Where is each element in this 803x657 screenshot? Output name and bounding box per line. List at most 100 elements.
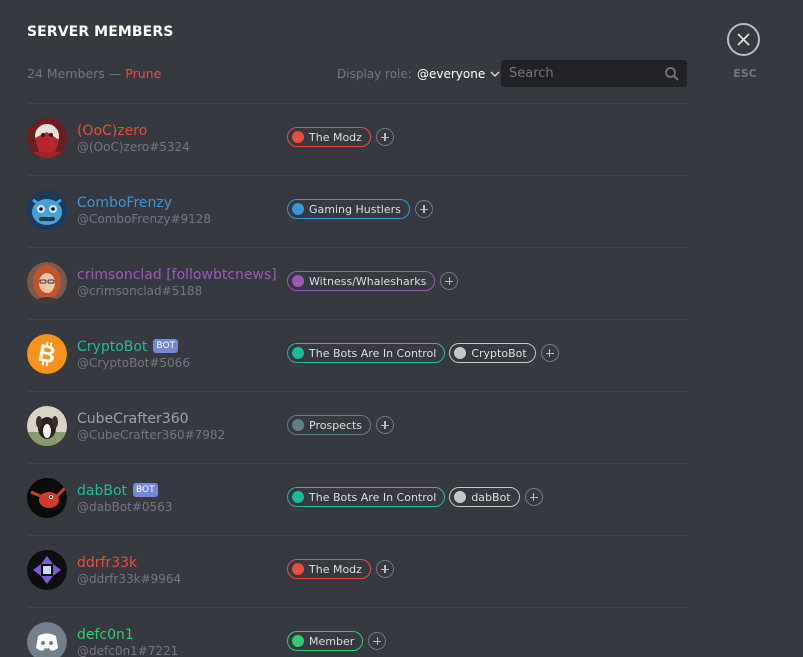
member-tag: @ComboFrenzy#9128 bbox=[77, 212, 212, 226]
woman-photo-avatar[interactable] bbox=[27, 262, 67, 302]
member-row[interactable]: (OoC)zero @(OoC)zero#5324 The Modz bbox=[27, 104, 687, 176]
member-row[interactable]: ddrfr33k @ddrfr33k#9964 The Modz bbox=[27, 536, 687, 608]
ddr-arrows-avatar[interactable] bbox=[27, 550, 67, 590]
role-list: The Modz bbox=[287, 127, 394, 147]
member-name[interactable]: ddrfr33k bbox=[77, 555, 137, 571]
close-icon bbox=[737, 33, 750, 46]
member-name[interactable]: crimsonclad [followbtcnews] bbox=[77, 267, 277, 283]
add-role-button[interactable] bbox=[368, 632, 387, 650]
member-name[interactable]: ComboFrenzy bbox=[77, 195, 172, 211]
member-name[interactable]: CubeCrafter360 bbox=[77, 411, 189, 427]
role-color-dot[interactable] bbox=[292, 347, 304, 359]
search-icon[interactable] bbox=[664, 66, 680, 82]
role-pill[interactable]: Gaming Hustlers bbox=[287, 199, 410, 219]
role-list: The Modz bbox=[287, 559, 394, 579]
display-role-value: @everyone bbox=[417, 67, 486, 81]
member-tag: @CubeCrafter360#7982 bbox=[77, 428, 226, 442]
member-tag: @(OoC)zero#5324 bbox=[77, 140, 190, 154]
member-row[interactable]: ComboFrenzy @ComboFrenzy#9128 Gaming Hus… bbox=[27, 176, 687, 248]
server-members-page: SERVER MEMBERS 24 Members — Prune Displa… bbox=[0, 0, 803, 657]
role-label: The Modz bbox=[309, 562, 362, 576]
member-row[interactable]: defc0n1 @defc0n1#7221 Member bbox=[27, 608, 687, 657]
member-tag: @ddrfr33k#9964 bbox=[77, 572, 182, 586]
search-box bbox=[501, 60, 687, 87]
role-list: Witness/Whalesharks bbox=[287, 271, 459, 291]
role-color-dot[interactable] bbox=[454, 491, 467, 503]
role-label: CryptoBot bbox=[471, 346, 527, 360]
add-role-button[interactable] bbox=[375, 560, 394, 578]
close-button[interactable] bbox=[727, 23, 760, 56]
role-color-dot[interactable] bbox=[292, 563, 304, 575]
member-name-text[interactable]: dabBot bbox=[77, 483, 127, 499]
bitcoin-icon[interactable]: B bbox=[27, 334, 67, 374]
role-color-dot[interactable] bbox=[292, 275, 304, 287]
role-label: The Bots Are In Control bbox=[309, 346, 437, 360]
dog-photo-avatar[interactable] bbox=[27, 406, 67, 446]
role-color-dot[interactable] bbox=[292, 491, 304, 503]
role-color-dot[interactable] bbox=[292, 419, 304, 431]
role-label: The Bots Are In Control bbox=[309, 490, 437, 504]
role-label: Gaming Hustlers bbox=[309, 202, 401, 216]
role-list: Gaming Hustlers bbox=[287, 199, 433, 219]
role-pill[interactable]: CryptoBot bbox=[449, 343, 536, 363]
role-list: Member bbox=[287, 631, 387, 651]
role-list: The Bots Are In Control CryptoBot bbox=[287, 343, 559, 363]
add-role-button[interactable] bbox=[375, 128, 394, 146]
add-role-button[interactable] bbox=[540, 344, 559, 362]
member-row[interactable]: B CryptoBot BOT @CryptoBot#5066 The Bots … bbox=[27, 320, 687, 392]
role-color-dot[interactable] bbox=[292, 131, 304, 143]
member-row[interactable]: dabBot BOT @dabBot#0563 The Bots Are In C… bbox=[27, 464, 687, 536]
role-pill[interactable]: Witness/Whalesharks bbox=[287, 271, 436, 291]
role-pill[interactable]: The Modz bbox=[287, 559, 371, 579]
blue-robot-avatar[interactable] bbox=[27, 190, 67, 230]
members-toolbar: 24 Members — Prune Display role: @everyo… bbox=[27, 60, 687, 87]
role-label: Member bbox=[309, 634, 355, 648]
chevron-down-icon bbox=[490, 66, 500, 80]
dab-creature-avatar[interactable] bbox=[27, 478, 67, 518]
esc-label: ESC bbox=[733, 67, 757, 80]
member-tag: @crimsonclad#5188 bbox=[77, 284, 203, 298]
add-role-button[interactable] bbox=[440, 272, 459, 290]
member-name-text[interactable]: CryptoBot bbox=[77, 339, 147, 355]
role-pill[interactable]: Prospects bbox=[287, 415, 372, 435]
member-name[interactable]: dabBot BOT bbox=[77, 483, 158, 499]
page-title: SERVER MEMBERS bbox=[27, 24, 174, 40]
role-label: The Modz bbox=[309, 130, 362, 144]
add-role-button[interactable] bbox=[376, 416, 395, 434]
display-role-label: Display role: bbox=[337, 67, 412, 81]
role-label: Witness/Whalesharks bbox=[309, 274, 427, 288]
role-label: Prospects bbox=[309, 418, 363, 432]
role-list: The Bots Are In Control dabBot bbox=[287, 487, 543, 507]
bot-badge: BOT bbox=[133, 483, 158, 497]
role-pill[interactable]: The Bots Are In Control bbox=[287, 343, 446, 363]
member-name[interactable]: (OoC)zero bbox=[77, 123, 147, 139]
separator: — bbox=[108, 66, 122, 81]
role-pill[interactable]: Member bbox=[287, 631, 364, 651]
member-tag: @dabBot#0563 bbox=[77, 500, 173, 514]
search-input[interactable] bbox=[501, 60, 667, 87]
role-pill[interactable]: The Bots Are In Control bbox=[287, 487, 446, 507]
add-role-button[interactable] bbox=[414, 200, 433, 218]
role-pill[interactable]: dabBot bbox=[449, 487, 520, 507]
member-list: (OoC)zero @(OoC)zero#5324 The Modz Combo… bbox=[27, 104, 687, 657]
discord-default-avatar[interactable] bbox=[27, 622, 67, 657]
prune-link[interactable]: Prune bbox=[125, 66, 161, 81]
member-name[interactable]: defc0n1 bbox=[77, 627, 134, 643]
bot-badge: BOT bbox=[153, 339, 179, 353]
display-role-select[interactable]: @everyone bbox=[417, 66, 500, 81]
member-row[interactable]: crimsonclad [followbtcnews] @crimsonclad… bbox=[27, 248, 687, 320]
role-list: Prospects bbox=[287, 415, 395, 435]
member-tag: @defc0n1#7221 bbox=[77, 644, 179, 657]
add-role-button[interactable] bbox=[524, 488, 543, 506]
member-name[interactable]: CryptoBot BOT bbox=[77, 339, 179, 355]
member-count-line: 24 Members — Prune bbox=[27, 66, 161, 81]
red-white-character-avatar[interactable] bbox=[27, 118, 67, 158]
role-label: dabBot bbox=[471, 490, 511, 504]
member-tag: @CryptoBot#5066 bbox=[77, 356, 190, 370]
role-color-dot[interactable] bbox=[292, 203, 304, 215]
member-count: 24 Members bbox=[27, 66, 105, 81]
member-row[interactable]: CubeCrafter360 @CubeCrafter360#7982 Pros… bbox=[27, 392, 687, 464]
role-color-dot[interactable] bbox=[454, 347, 467, 359]
role-color-dot[interactable] bbox=[292, 635, 304, 647]
role-pill[interactable]: The Modz bbox=[287, 127, 371, 147]
